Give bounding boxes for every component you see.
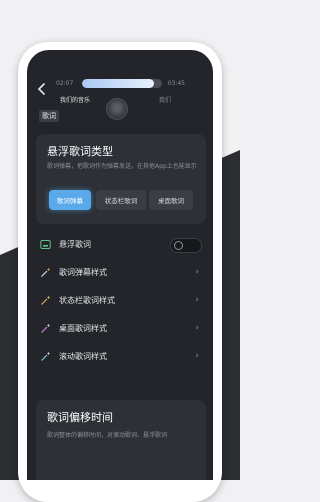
magic-wand-icon [41,351,51,361]
setting-label: 状态栏歌词样式 [59,296,115,305]
option-desktop-lyrics-button[interactable]: 桌面歌词 [149,190,193,210]
chevron-right-icon: › [195,323,199,333]
option-lyrics-danmaku-button[interactable]: 歌词弹幕 [49,190,91,210]
artist-label: 我们 [158,97,171,104]
setting-row-scroll-style[interactable]: 滚动歌词样式 › [27,345,213,369]
offset-title: 歌词偏移时间 [47,411,113,424]
setting-label: 悬浮歌词 [59,240,91,249]
setting-label: 滚动歌词样式 [59,352,107,361]
offset-card: 歌词偏移时间 歌词整体的偏移时间，对滚动歌词、悬浮歌词 [36,400,206,480]
chevron-right-icon: › [195,267,199,277]
floating-type-card: 悬浮歌词类型 歌词弹幕，把歌词作为弹幕发送，在其他App上也能显示 歌词弹幕 状… [36,134,206,224]
setting-row-statusbar-style[interactable]: 状态栏歌词样式 › [27,289,213,313]
setting-row-floating-lyrics[interactable]: 悬浮歌词 [27,233,213,257]
back-arrow-icon[interactable] [36,82,48,96]
progress-fill [82,79,154,88]
section-tag: 歌词 [39,110,59,122]
offset-description: 歌词整体的偏移时间，对滚动歌词、悬浮歌词 [47,432,168,439]
chevron-right-icon: › [195,351,199,361]
current-time: 02:07 [56,80,74,87]
song-title: 我们的音乐 [60,97,91,104]
player-bar: 02:07 03:45 我们的音乐 我们 [27,50,213,120]
floating-lyrics-icon [40,240,51,249]
floating-type-title: 悬浮歌词类型 [47,145,113,158]
magic-wand-icon [41,267,51,277]
chevron-right-icon: › [195,295,199,305]
magic-wand-icon [41,295,51,305]
option-statusbar-lyrics-button[interactable]: 状态栏歌词 [96,190,146,210]
setting-row-danmaku-style[interactable]: 歌词弹幕样式 › [27,261,213,285]
toggle-knob [174,241,183,250]
floating-lyrics-toggle[interactable] [170,238,202,253]
floating-type-description: 歌词弹幕，把歌词作为弹幕发送，在其他App上也能显示 [47,163,197,170]
app-screen: 02:07 03:45 我们的音乐 我们 歌词 悬浮歌词类型 歌词弹幕，把歌词作… [27,50,213,480]
total-time: 03:45 [167,80,185,87]
magic-wand-icon [41,323,51,333]
album-cover[interactable] [106,98,128,120]
setting-row-desktop-style[interactable]: 桌面歌词样式 › [27,317,213,341]
setting-label: 桌面歌词样式 [59,324,107,333]
progress-bar[interactable] [82,79,162,88]
setting-label: 歌词弹幕样式 [59,268,107,277]
